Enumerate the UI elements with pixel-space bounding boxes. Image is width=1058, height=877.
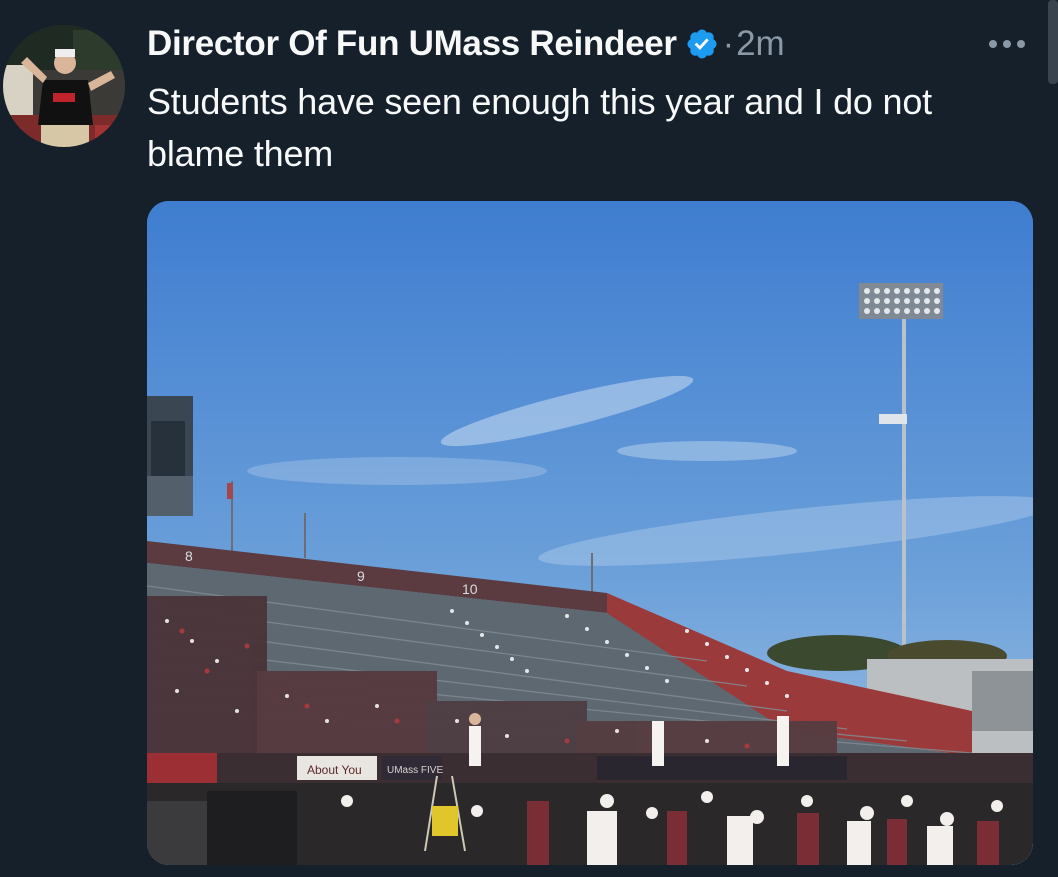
section-number: 10 bbox=[462, 581, 478, 597]
avatar-image bbox=[3, 25, 125, 147]
tweet-text: Students have seen enough this year and … bbox=[147, 81, 932, 174]
tweet-header: Director Of Fun UMass Reindeer · 2m bbox=[147, 22, 785, 66]
tweet[interactable]: Director Of Fun UMass Reindeer · 2m Stud… bbox=[0, 0, 1058, 877]
separator-dot: · bbox=[722, 24, 735, 63]
timestamp[interactable]: 2m bbox=[736, 24, 785, 64]
scrollbar[interactable] bbox=[1048, 0, 1058, 84]
more-options-button[interactable] bbox=[984, 30, 1030, 58]
display-name[interactable]: Director Of Fun UMass Reindeer bbox=[147, 24, 677, 64]
avatar[interactable] bbox=[3, 25, 125, 147]
section-number: 8 bbox=[185, 548, 193, 564]
verified-badge-icon bbox=[685, 27, 719, 61]
stadium-photo: 8 9 10 About You UMass FIVE bbox=[147, 201, 1033, 865]
banner-text: About You bbox=[307, 763, 362, 777]
more-horizontal-icon bbox=[989, 40, 1025, 48]
tweet-photo[interactable]: 8 9 10 About You UMass FIVE bbox=[147, 201, 1033, 865]
section-number: 9 bbox=[357, 568, 365, 584]
banner-text: UMass FIVE bbox=[387, 765, 443, 776]
